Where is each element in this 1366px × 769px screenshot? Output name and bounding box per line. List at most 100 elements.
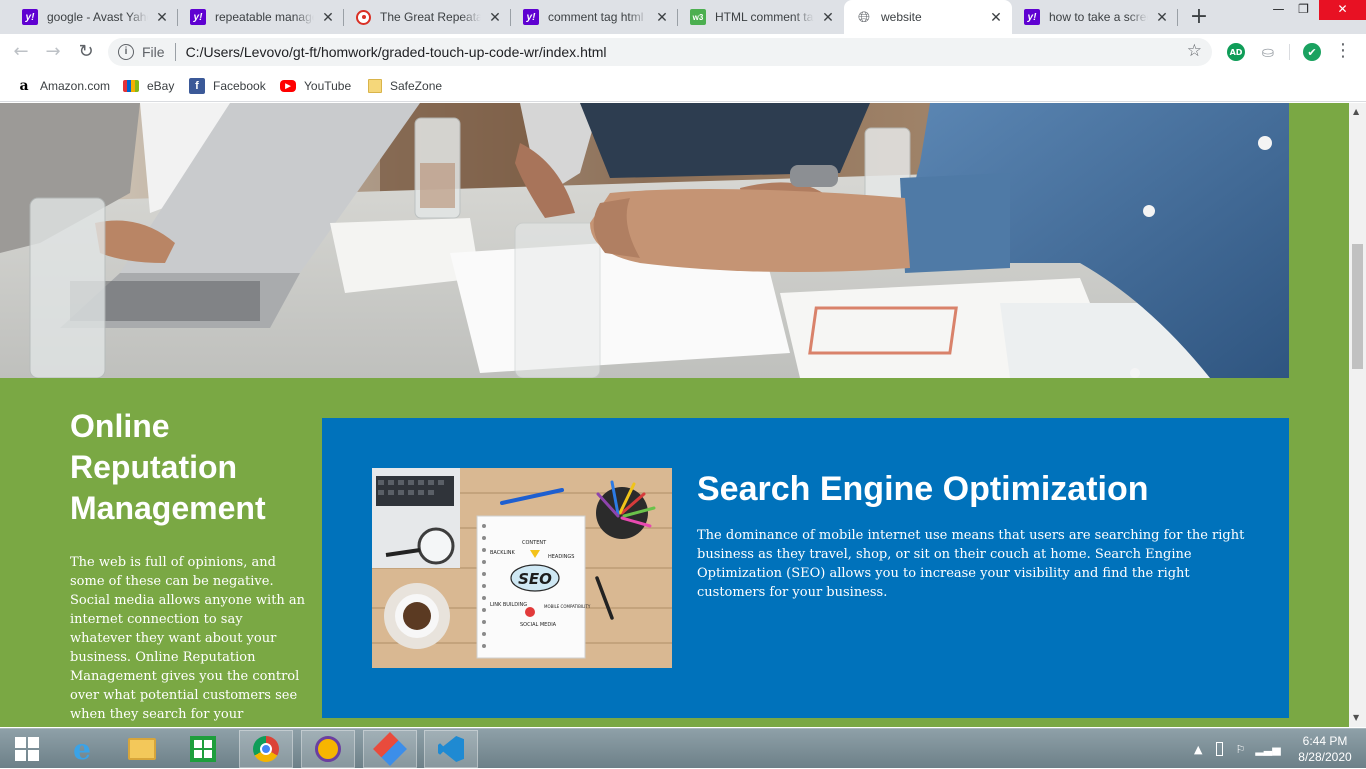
paint-app-icon bbox=[373, 732, 407, 766]
seo-center-label: SEO bbox=[518, 570, 552, 588]
windows-taskbar: e ▲ ⚐ ▂▃▅ 6:44 PM 8/28/2020 bbox=[0, 728, 1366, 768]
taskbar-store[interactable] bbox=[176, 730, 230, 768]
scroll-up-icon[interactable]: ▲ bbox=[1353, 107, 1359, 116]
hero-image bbox=[0, 103, 1289, 378]
bookmark-safezone[interactable]: SafeZone bbox=[368, 77, 442, 95]
info-icon[interactable]: i bbox=[118, 44, 134, 60]
close-icon[interactable]: ✕ bbox=[820, 9, 836, 26]
seo-headings-label: HEADINGS bbox=[548, 554, 574, 560]
bookmark-label: eBay bbox=[147, 79, 175, 93]
windows-start-icon bbox=[15, 737, 39, 761]
store-icon bbox=[190, 736, 216, 762]
battery-icon[interactable] bbox=[1216, 742, 1224, 756]
bookmark-label: Facebook bbox=[213, 79, 266, 93]
address-bar[interactable]: i File C:/Users/Levovo/gt-ft/homwork/gra… bbox=[108, 38, 1212, 66]
tab-comment-tag-html[interactable]: y! comment tag html ✕ bbox=[511, 0, 678, 34]
page-viewport: Online Reputation Management The web is … bbox=[0, 103, 1349, 727]
tab-repeatable-management[interactable]: y! repeatable management ✕ bbox=[178, 0, 344, 34]
tab-website-active[interactable]: 🌐︎ website ✕ bbox=[844, 0, 1012, 34]
bookmark-label: SafeZone bbox=[390, 79, 443, 93]
tab-google-search[interactable]: y! google - Avast Yahoo ✕ bbox=[10, 0, 178, 34]
tab-title: comment tag html bbox=[548, 10, 644, 24]
tab-title: HTML comment tag bbox=[715, 10, 814, 24]
seo-content-label: CONTENT bbox=[522, 540, 547, 546]
toolbar-separator bbox=[1289, 44, 1290, 60]
browser-toolbar: ← → ↻ i File C:/Users/Levovo/gt-ft/homwo… bbox=[0, 34, 1366, 70]
clock-time: 6:44 PM bbox=[1302, 734, 1348, 748]
window-close-button[interactable]: ✕ bbox=[1319, 0, 1366, 20]
seo-mobile-label: MOBILE COMPATIBILITY bbox=[544, 604, 591, 609]
ebay-icon bbox=[123, 80, 139, 92]
new-tab-button[interactable]: + bbox=[1186, 4, 1212, 30]
tab-great-repeatable[interactable]: The Great Repeatable ✕ bbox=[344, 0, 511, 34]
close-icon[interactable]: ✕ bbox=[320, 9, 336, 26]
bookmark-ebay[interactable]: eBay bbox=[123, 77, 174, 95]
page-scrollbar[interactable]: ▲ ▼ bbox=[1349, 103, 1366, 727]
taskbar-paint-app[interactable] bbox=[363, 730, 417, 768]
yahoo-icon: y! bbox=[22, 9, 38, 25]
reputation-heading: Online Reputation Management bbox=[70, 408, 266, 526]
tab-title: google - Avast Yahoo bbox=[47, 10, 148, 24]
seo-notebook-illustration: SEO CONTENT BACKLINK HEADINGS LINK BUILD… bbox=[372, 468, 672, 668]
close-icon[interactable]: ✕ bbox=[487, 9, 503, 26]
close-icon[interactable]: ✕ bbox=[154, 9, 170, 26]
reputation-management-column: Online Reputation Management The web is … bbox=[70, 406, 306, 727]
shield-check-icon[interactable]: ✔ bbox=[1303, 43, 1321, 61]
w3schools-icon: w3 bbox=[690, 9, 706, 25]
forward-button[interactable]: → bbox=[40, 39, 66, 65]
windows-start-button[interactable] bbox=[0, 730, 54, 768]
show-hidden-icons-icon[interactable]: ▲ bbox=[1194, 743, 1202, 756]
tab-separator bbox=[1177, 9, 1178, 26]
taskbar-chrome[interactable] bbox=[239, 730, 293, 768]
folder-icon bbox=[368, 79, 382, 93]
tab-title: repeatable management bbox=[215, 10, 314, 24]
close-icon[interactable]: ✕ bbox=[654, 9, 670, 26]
bookmark-youtube[interactable]: ▶ YouTube bbox=[280, 77, 351, 95]
vscode-icon bbox=[438, 736, 464, 762]
tab-html-comment-tag[interactable]: w3 HTML comment tag ✕ bbox=[678, 0, 844, 34]
system-tray: ▲ ⚐ ▂▃▅ bbox=[1194, 729, 1281, 769]
scrollbar-thumb[interactable] bbox=[1352, 244, 1363, 369]
extension-person-icon[interactable]: ⛀ bbox=[1259, 43, 1277, 61]
clock-date: 8/28/2020 bbox=[1298, 750, 1352, 764]
seo-section: SEO CONTENT BACKLINK HEADINGS LINK BUILD… bbox=[322, 418, 1289, 718]
yahoo-icon: y! bbox=[190, 9, 206, 25]
bookmark-facebook[interactable]: f Facebook bbox=[189, 77, 266, 95]
menu-kebab-icon[interactable]: ⋮ bbox=[1334, 41, 1352, 61]
seo-heading: Search Engine Optimization bbox=[697, 470, 1149, 508]
close-icon[interactable]: ✕ bbox=[988, 9, 1004, 26]
meeting-photo bbox=[0, 103, 1289, 378]
scroll-down-icon[interactable]: ▼ bbox=[1353, 713, 1359, 722]
internet-explorer-icon: e bbox=[73, 732, 91, 766]
bookmark-star-icon[interactable]: ☆ bbox=[1187, 41, 1202, 61]
taskbar-internet-explorer[interactable]: e bbox=[55, 730, 109, 768]
bookmarks-bar: a Amazon.com eBay f Facebook ▶ YouTube S… bbox=[0, 70, 1366, 102]
seo-image: SEO CONTENT BACKLINK HEADINGS LINK BUILD… bbox=[372, 468, 672, 668]
facebook-icon: f bbox=[189, 78, 205, 94]
bookmark-label: YouTube bbox=[304, 79, 352, 93]
adblock-extension-icon[interactable]: AD bbox=[1227, 43, 1245, 61]
action-center-flag-icon[interactable]: ⚐ bbox=[1235, 743, 1245, 756]
tab-title: The Great Repeatable bbox=[380, 10, 481, 24]
yahoo-icon: y! bbox=[1024, 9, 1040, 25]
tab-screenshot-howto[interactable]: y! how to take a screenshot ✕ bbox=[1012, 0, 1178, 34]
bookmark-amazon[interactable]: a Amazon.com bbox=[16, 77, 110, 95]
taskbar-file-explorer[interactable] bbox=[115, 730, 169, 768]
address-divider bbox=[174, 43, 176, 61]
taskbar-clock[interactable]: 6:44 PM 8/28/2020 bbox=[1290, 733, 1360, 765]
globe-icon: 🌐︎ bbox=[857, 8, 870, 26]
url-text[interactable]: C:/Users/Levovo/gt-ft/homwork/graded-tou… bbox=[186, 44, 607, 60]
chrome-icon bbox=[253, 736, 279, 762]
tab-title: how to take a screenshot bbox=[1049, 10, 1148, 24]
reload-button[interactable]: ↻ bbox=[73, 39, 99, 65]
scheme-label: File bbox=[142, 44, 165, 60]
taskbar-vscode[interactable] bbox=[424, 730, 478, 768]
greatrepeatable-icon bbox=[356, 9, 371, 25]
seo-social-label: SOCIAL MEDIA bbox=[520, 622, 557, 628]
back-button[interactable]: ← bbox=[8, 39, 34, 65]
yahoo-icon: y! bbox=[523, 9, 539, 25]
youtube-icon: ▶ bbox=[280, 80, 296, 92]
close-icon[interactable]: ✕ bbox=[1154, 9, 1170, 26]
network-signal-icon[interactable]: ▂▃▅ bbox=[1255, 743, 1280, 756]
taskbar-avast-browser[interactable] bbox=[301, 730, 355, 768]
